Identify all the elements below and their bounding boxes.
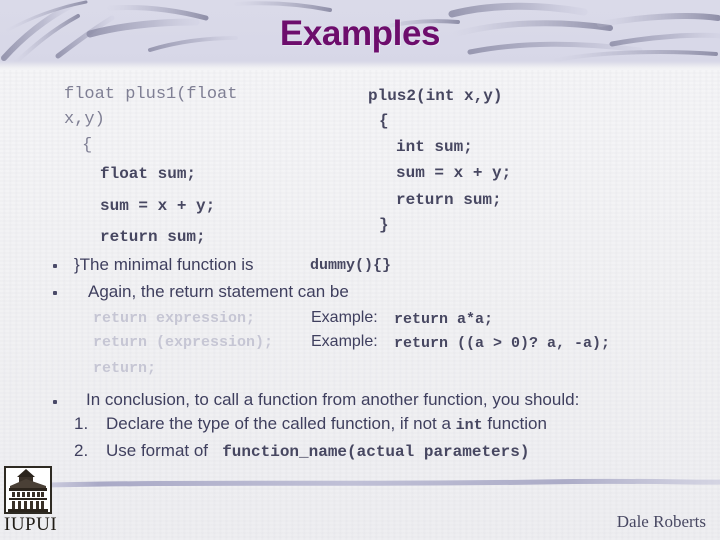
code-right-line-1: int sum; <box>396 138 473 156</box>
code-left-line-2: sum = x + y; <box>100 197 216 215</box>
conclusion-lead: In conclusion, to call a function from a… <box>86 390 580 409</box>
code-left-open-brace: { <box>82 136 93 155</box>
bullet-marker-3 <box>53 400 57 404</box>
code-right-line-2: sum = x + y; <box>396 164 512 182</box>
code-left-signature-line2: x,y) <box>64 110 105 129</box>
conclusion-item-1-code: int <box>455 417 483 434</box>
code-right-line-3: return sum; <box>396 191 502 209</box>
conclusion-item-1: Declare the type of the called function,… <box>106 414 547 434</box>
header-band-fade <box>0 61 720 70</box>
conclusion-item-2: Use format of function_name(actual param… <box>106 441 529 461</box>
code-right-open-brace: { <box>379 112 389 130</box>
iupui-logo-label: IUPUI <box>4 514 58 535</box>
bullet-1-code: dummy(){} <box>310 257 392 274</box>
example-label-1: Example: <box>311 309 378 326</box>
campus-building-icon <box>6 468 50 512</box>
conclusion-item-1-number: 1. <box>74 414 89 433</box>
conclusion-item-1-before: Declare the type of the called function,… <box>106 414 456 433</box>
code-left-line-3: return sum; <box>100 228 206 246</box>
conclusion-item-1-after: function <box>482 414 547 433</box>
footer-brushstroke-decoration <box>11 478 720 489</box>
conclusion-item-2-before: Use format of <box>106 441 223 460</box>
bullet-text-2: Again, the return statement can be <box>88 282 349 301</box>
slide-canvas: Examples float plus1(float x,y) { float … <box>0 0 720 540</box>
code-right-signature: plus2(int x,y) <box>368 87 503 105</box>
example-label-2: Example: <box>311 333 378 350</box>
bullet-marker-1 <box>53 264 57 268</box>
author-byline: Dale Roberts <box>616 512 706 531</box>
bullet-marker-2 <box>53 291 57 295</box>
slide-title: Examples <box>279 14 441 53</box>
example-code-1: return a*a; <box>394 311 494 328</box>
conclusion-item-2-number: 2. <box>74 441 89 460</box>
code-left-line-1: float sum; <box>100 165 197 183</box>
return-form-3: return; <box>93 360 157 377</box>
bullet-text-1: }The minimal function is <box>74 255 254 274</box>
example-code-2: return ((a > 0)? a, -a); <box>394 335 611 352</box>
return-form-1: return expression; <box>93 310 256 327</box>
conclusion-item-2-code: function_name(actual parameters) <box>222 443 530 461</box>
code-right-close-brace: } <box>379 216 389 234</box>
code-left-signature-line1: float plus1(float <box>64 85 238 104</box>
iupui-logo-mark <box>4 466 52 514</box>
iupui-logo: IUPUI <box>4 466 60 536</box>
return-form-2: return (expression); <box>93 334 274 351</box>
